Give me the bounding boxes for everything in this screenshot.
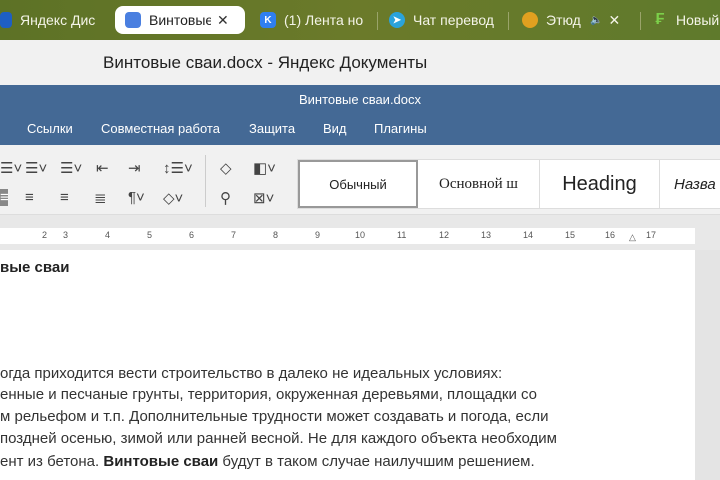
speaker-icon[interactable]: 🔈	[590, 15, 602, 26]
toolbar-divider	[205, 155, 206, 207]
tab-telegram[interactable]: ➤ Чат перевод	[389, 6, 501, 34]
tab-vk[interactable]: K (1) Лента но	[260, 6, 370, 34]
justify-icon[interactable]: ≣	[94, 189, 107, 207]
document-title: Винтовые сваи.docx	[298, 92, 422, 107]
text-run: будут в таком случае наилучшим решением.	[218, 453, 535, 470]
tab-separator	[508, 12, 509, 30]
ruler-tick-label: 5	[147, 230, 153, 240]
decrease-indent-icon[interactable]: ⇤	[96, 159, 109, 177]
tab-new[interactable]: ₣ Новый	[652, 6, 720, 34]
ruler-tick-label: 2	[42, 230, 48, 240]
align-right-icon[interactable]: ≡	[60, 189, 69, 206]
close-icon[interactable]: ✕	[608, 12, 620, 29]
paragraph-line: ент из бетона. Винтовые сваи будут в так…	[0, 453, 535, 470]
yandex-disk-icon	[0, 12, 12, 28]
align-left-icon[interactable]: ≡	[0, 189, 9, 206]
ruler-tick-label: 6	[189, 230, 195, 240]
menu-references[interactable]: Ссылки	[27, 121, 73, 136]
increase-indent-icon[interactable]: ⇥	[128, 159, 141, 177]
bullet-list-icon[interactable]: ☰˅	[0, 159, 22, 177]
menu-view[interactable]: Вид	[323, 121, 347, 136]
style-normal[interactable]: Обычный	[298, 160, 418, 208]
ruler-tick-label: 14	[523, 230, 534, 240]
fill-color-icon[interactable]: ◇˅	[163, 189, 183, 207]
ruler-tick-label: 10	[355, 230, 366, 240]
ruler-tick-label: 17	[646, 230, 657, 240]
ruler-tick-label: 9	[315, 230, 321, 240]
telegram-icon: ➤	[389, 12, 405, 28]
tab-yandex-disk[interactable]: Яндекс Дис	[0, 6, 95, 34]
close-icon[interactable]: ✕	[217, 12, 229, 29]
menu-collaboration[interactable]: Совместная работа	[101, 121, 220, 136]
document-margin-area	[695, 250, 720, 480]
style-gallery: Обычный Основной ш Heading Назва	[297, 159, 720, 209]
bold-text-run: Винтовые сваи	[103, 453, 219, 470]
copy-style-icon[interactable]: ⚲	[220, 189, 231, 207]
tab-separator	[377, 12, 378, 30]
editor-header: Винтовые сваи.docx Ссылки Совместная раб…	[0, 85, 720, 145]
paragraph-marks-icon[interactable]: ¶˅	[128, 189, 145, 206]
toolbar: ☰˅ ☰˅ ☰˅ ⇤ ⇥ ↕☰˅ ≡ ≡ ≡ ≣ ¶˅ ◇˅ ◇ ◧˅ ⚲ ⊠˅…	[0, 145, 720, 215]
site-icon	[522, 12, 538, 28]
paragraph-line: поздней осенью, зимой или ранней весной.…	[0, 430, 557, 447]
ruler-tick-label: 15	[565, 230, 576, 240]
yandex-docs-icon	[125, 12, 141, 28]
ruler-tick-label: 4	[105, 230, 111, 240]
window-title-bar: Винтовые сваи.docx - Яндекс Документы	[0, 40, 720, 85]
ruler-tick-label: 13	[481, 230, 492, 240]
ruler-tick-label: 11	[397, 230, 407, 240]
ruler-tick-label: 3	[63, 230, 69, 240]
ruler-tick-label: 16	[605, 230, 616, 240]
horizontal-ruler[interactable]: 2 3 4 5 6 7 8 9 10 11 12 13 14 15 16 △ 1…	[0, 228, 695, 244]
text-run: ент из бетона.	[0, 453, 104, 470]
window-title: Винтовые сваи.docx - Яндекс Документы	[103, 53, 428, 72]
style-title[interactable]: Назва	[660, 160, 720, 208]
browser-tab-bar: Яндекс Дис Винтовые ✕ K (1) Лента но ➤ Чат …	[0, 0, 720, 40]
document-page[interactable]: вые сваи огда приходится вести строитель…	[0, 250, 695, 480]
right-indent-marker-icon[interactable]: △	[629, 232, 636, 243]
paragraph-line: м рельефом и т.п. Дополнительные труднос…	[0, 408, 549, 425]
multilevel-list-icon[interactable]: ☰˅	[60, 159, 82, 177]
tab-separator	[640, 12, 641, 30]
style-body-text[interactable]: Основной ш	[418, 160, 540, 208]
align-center-icon[interactable]: ≡	[25, 189, 34, 206]
paragraph-line: огда приходится вести строительство в да…	[0, 365, 503, 382]
line-spacing-icon[interactable]: ↕☰˅	[163, 159, 193, 177]
mail-merge-icon[interactable]: ⊠˅	[253, 189, 274, 207]
ruler-tick-label: 8	[273, 230, 279, 240]
new-tab-icon: ₣	[655, 11, 665, 28]
shading-icon[interactable]: ◧˅	[253, 159, 276, 177]
ruler-tick-label: 12	[439, 230, 450, 240]
menu-plugins[interactable]: Плагины	[374, 121, 427, 136]
ruler-tick-label: 7	[231, 230, 237, 240]
tab-etude[interactable]: Этюд 🔈 ✕	[522, 6, 632, 34]
numbered-list-icon[interactable]: ☰˅	[25, 159, 47, 177]
menu-protection[interactable]: Защита	[249, 121, 295, 136]
style-heading[interactable]: Heading	[540, 160, 660, 208]
document-heading: вые сваи	[0, 259, 70, 276]
tab-active-document[interactable]: Винтовые ✕	[115, 6, 245, 34]
vk-icon: K	[260, 12, 276, 28]
clear-format-icon[interactable]: ◇	[220, 159, 232, 177]
paragraph-line: енные и песчаные грунты, территория, окр…	[0, 386, 537, 403]
